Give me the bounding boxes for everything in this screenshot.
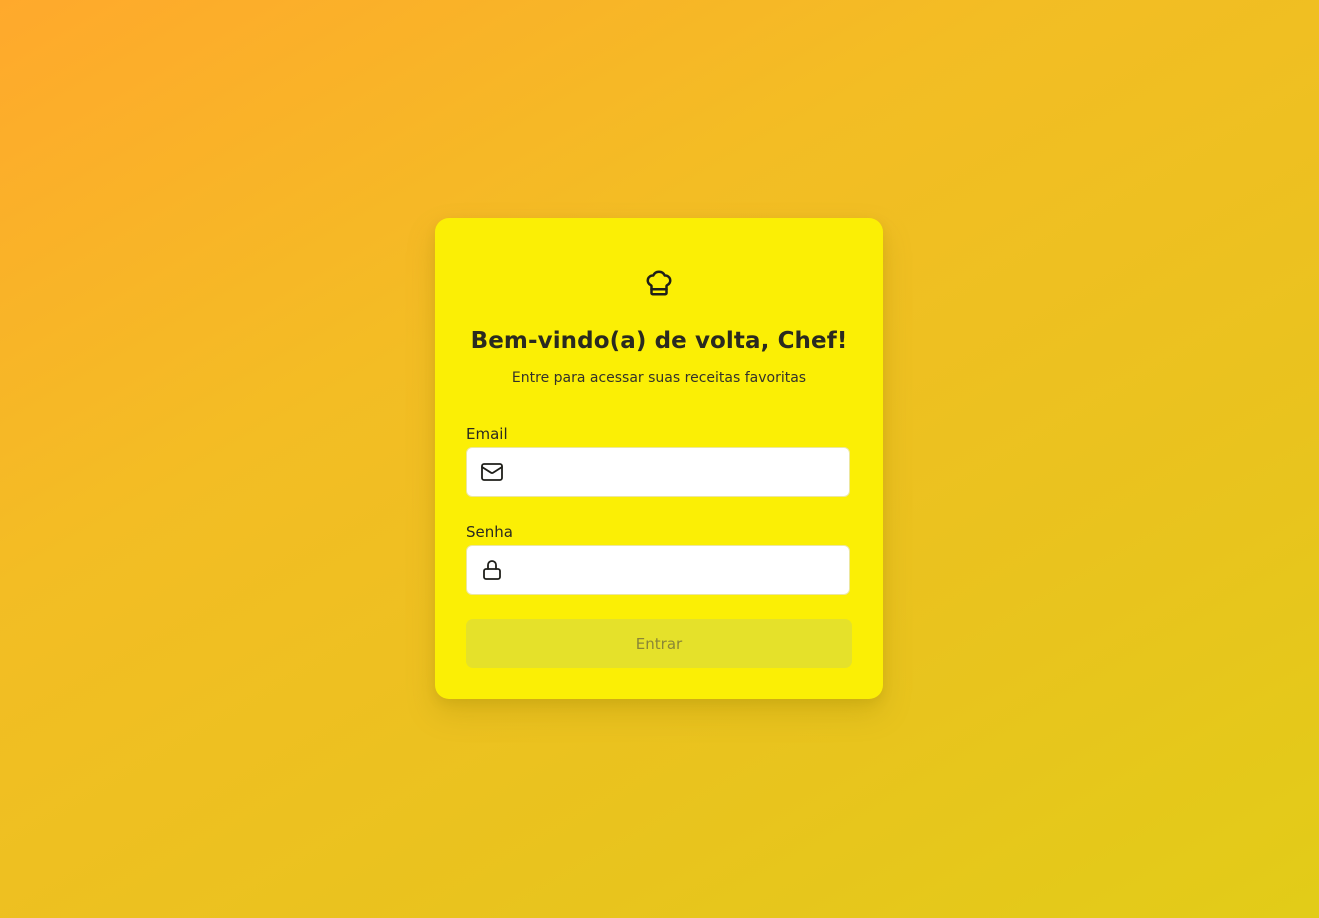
email-label: Email xyxy=(466,425,508,443)
login-button[interactable]: Entrar xyxy=(466,619,852,668)
page-title: Bem-vindo(a) de volta, Chef! xyxy=(470,328,848,354)
email-field[interactable] xyxy=(466,447,850,497)
email-input[interactable] xyxy=(515,447,839,497)
password-label: Senha xyxy=(466,523,513,541)
chef-hat-icon xyxy=(643,267,675,299)
lock-icon xyxy=(479,557,505,583)
password-field[interactable] xyxy=(466,545,850,595)
mail-icon xyxy=(479,459,505,485)
login-card: Bem-vindo(a) de volta, Chef! Entre para … xyxy=(435,218,883,699)
page-subtitle: Entre para acessar suas receitas favorit… xyxy=(511,370,807,386)
password-input[interactable] xyxy=(515,545,839,595)
